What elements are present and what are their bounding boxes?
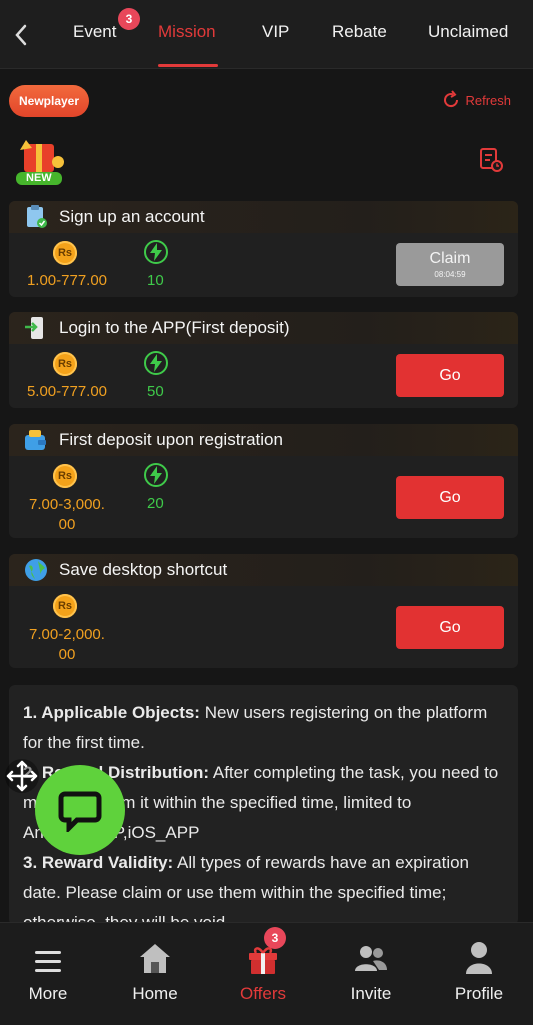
reward-points: 50 <box>147 383 164 400</box>
newplayer-chip[interactable]: Newplayer <box>9 85 89 117</box>
nav-label: Invite <box>350 984 392 1003</box>
tab-unclaimed[interactable]: Unclaimed <box>428 22 508 42</box>
rupee-coin-icon: Rs <box>53 464 77 488</box>
chevron-left-icon <box>15 24 27 46</box>
globe-icon <box>25 559 47 581</box>
record-list-icon <box>480 148 503 172</box>
profile-icon <box>466 942 492 974</box>
refresh-button[interactable]: Refresh <box>441 90 511 110</box>
go-button[interactable]: Go <box>396 476 504 519</box>
tab-rebate[interactable]: Rebate <box>332 22 387 42</box>
mission-title: First deposit upon registration <box>59 430 283 449</box>
reward-points: 10 <box>147 272 164 289</box>
nav-home[interactable]: Home <box>110 937 200 1004</box>
mission-title: Save desktop shortcut <box>59 560 228 579</box>
mission-card-login-app: Login to the APP(First deposit) Rs 5.00-… <box>9 312 518 408</box>
wallet-icon <box>25 430 46 450</box>
chat-bubble-icon <box>58 791 102 832</box>
mission-card-desktop-shortcut: Save desktop shortcut Rs 7.00-2,000. 00 … <box>9 554 518 668</box>
move-icon[interactable] <box>4 758 40 794</box>
rule-item: 1. Applicable Objects: New users registe… <box>23 698 504 758</box>
go-button[interactable]: Go <box>396 606 504 649</box>
nav-label: More <box>28 984 68 1003</box>
mission-title: Login to the APP(First deposit) <box>59 318 290 337</box>
tab-vip[interactable]: VIP <box>262 22 289 42</box>
reward-points: 20 <box>147 495 164 512</box>
reward-amount-line1: 7.00-2,000. <box>29 626 105 643</box>
mission-title: Sign up an account <box>59 207 205 226</box>
new-label: NEW <box>26 172 52 184</box>
reward-amount: 1.00-777.00 <box>26 272 108 289</box>
active-tab-indicator <box>158 64 218 67</box>
claim-button[interactable]: Claim 08:04:59 <box>396 243 504 286</box>
menu-icon <box>35 951 61 972</box>
phone-login-icon <box>25 317 43 339</box>
reward-amount: 7.00-2,000. 00 <box>17 625 117 665</box>
claim-timer: 08:04:59 <box>434 270 466 279</box>
bottom-nav: More Home Offers 3 Invite Profile <box>0 922 533 1025</box>
rule-heading: 3. Reward Validity: <box>23 853 174 872</box>
nav-invite[interactable]: Invite <box>326 937 416 1004</box>
top-tab-bar: Event 3 Mission VIP Rebate Unclaimed <box>0 0 533 69</box>
chat-support-button[interactable] <box>35 765 125 855</box>
claim-label: Claim <box>429 250 471 267</box>
back-button[interactable] <box>8 20 34 50</box>
nav-label: Offers <box>240 984 286 1003</box>
reward-amount: 7.00-3,000. 00 <box>17 495 117 535</box>
go-button[interactable]: Go <box>396 354 504 397</box>
nav-label: Profile <box>454 984 504 1003</box>
rupee-coin-icon: Rs <box>53 352 77 376</box>
offers-badge: 3 <box>264 927 286 949</box>
lightning-icon <box>144 351 168 375</box>
go-label: Go <box>439 366 461 384</box>
new-player-gift-badge: NEW <box>12 136 70 188</box>
tab-mission[interactable]: Mission <box>158 22 216 42</box>
rule-item: 3. Reward Validity: All types of rewards… <box>23 848 504 925</box>
home-icon <box>140 944 170 973</box>
clipboard-check-icon <box>27 205 47 228</box>
refresh-label: Refresh <box>465 92 511 108</box>
nav-offers[interactable]: Offers <box>218 937 308 1004</box>
lightning-icon <box>144 240 168 264</box>
nav-more[interactable]: More <box>3 937 93 1004</box>
rupee-coin-icon: Rs <box>53 594 77 618</box>
reward-amount: 5.00-777.00 <box>26 383 108 400</box>
lightning-icon <box>144 463 168 487</box>
users-icon <box>355 946 387 971</box>
go-label: Go <box>439 618 461 636</box>
nav-label: Home <box>132 984 178 1003</box>
mission-card-first-deposit: First deposit upon registration Rs 7.00-… <box>9 424 518 538</box>
rule-heading: 1. Applicable Objects: <box>23 703 200 722</box>
go-label: Go <box>439 488 461 506</box>
refresh-icon <box>444 90 459 108</box>
reward-amount-line1: 7.00-3,000. <box>29 496 105 513</box>
tab-event[interactable]: Event <box>73 22 116 42</box>
reward-amount-line2: 00 <box>58 516 76 533</box>
rupee-coin-icon: Rs <box>53 241 77 265</box>
event-badge: 3 <box>118 8 140 30</box>
reward-amount-line2: 00 <box>58 646 76 663</box>
mission-card-signup: Sign up an account Rs 1.00-777.00 10 Cla… <box>9 201 518 297</box>
nav-profile[interactable]: Profile <box>434 937 524 1004</box>
record-button[interactable] <box>478 147 504 178</box>
